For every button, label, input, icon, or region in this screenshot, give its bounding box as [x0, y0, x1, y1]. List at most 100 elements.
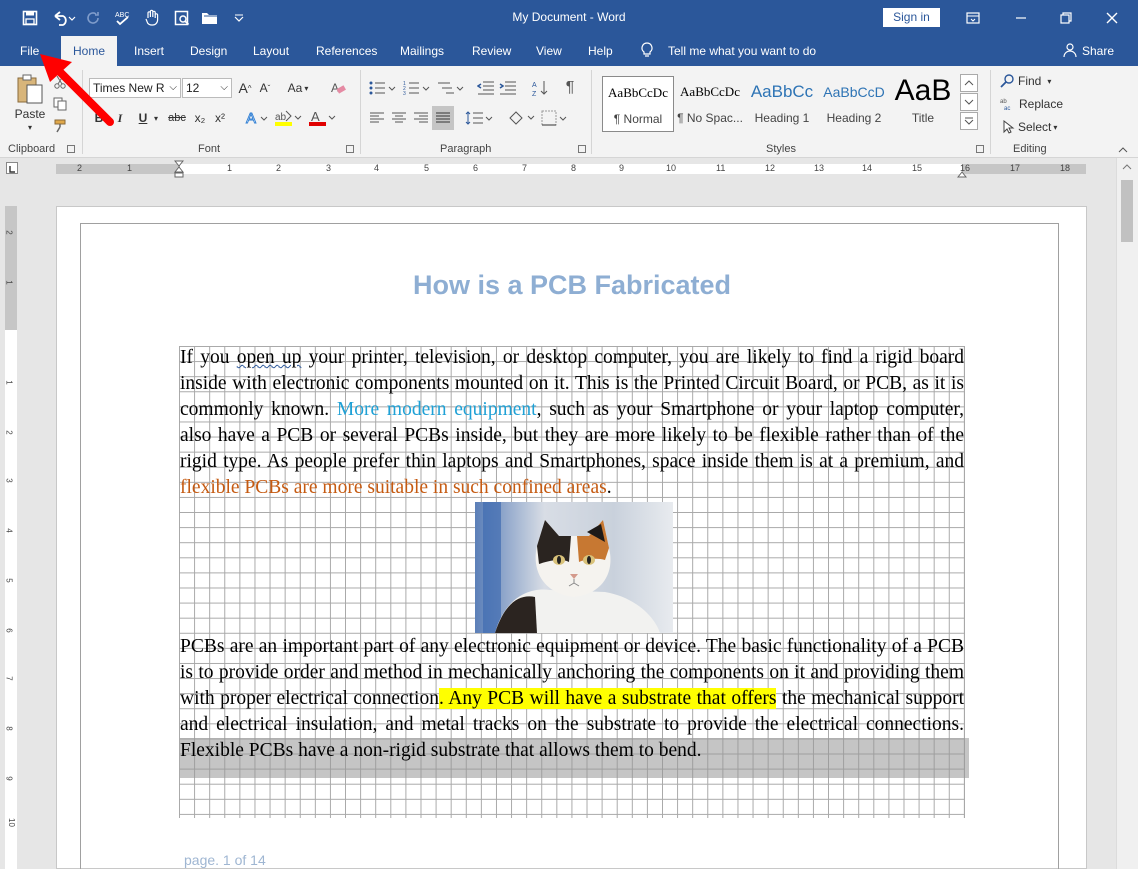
- font-name-combo[interactable]: Times New R ⌵: [89, 78, 181, 98]
- styles-launcher-icon[interactable]: [976, 145, 984, 153]
- underline-button[interactable]: U: [136, 108, 150, 128]
- tab-selector-icon[interactable]: [6, 162, 18, 174]
- ribbon: Paste ▾ Clipboard Times New R ⌵ 12 ⌵ A ^ …: [0, 66, 1138, 158]
- copy-icon[interactable]: [52, 96, 68, 112]
- paste-icon[interactable]: [10, 72, 50, 108]
- paragraph-2[interactable]: PCBs are an important part of any electr…: [180, 634, 964, 764]
- restore-icon[interactable]: [1051, 6, 1081, 30]
- text-run-grammar: open up: [236, 347, 302, 368]
- ruler-number: 2: [77, 163, 83, 173]
- tab-references[interactable]: References: [316, 44, 377, 58]
- ruler-number: 4: [4, 528, 14, 533]
- sign-in-button[interactable]: Sign in: [883, 8, 940, 27]
- styles-scroll-up-icon[interactable]: [960, 74, 978, 92]
- paste-dropdown-icon[interactable]: ▾: [22, 122, 38, 132]
- ruler-number: 7: [522, 163, 528, 173]
- grow-font-icon[interactable]: A ^: [236, 78, 254, 98]
- tab-home[interactable]: Home: [61, 36, 118, 67]
- paragraph-launcher-icon[interactable]: [578, 145, 586, 153]
- ribbon-display-options-icon[interactable]: [958, 6, 988, 30]
- shrink-font-icon[interactable]: Aˇ: [256, 78, 274, 98]
- scroll-up-icon[interactable]: [1122, 160, 1132, 170]
- subscript-button[interactable]: x₂: [192, 108, 208, 128]
- share-icon[interactable]: [1062, 42, 1078, 61]
- justify-icon[interactable]: [432, 106, 454, 130]
- multilevel-list-icon[interactable]: [436, 78, 466, 98]
- tab-view[interactable]: View: [536, 44, 562, 58]
- text-effects-icon[interactable]: A: [244, 108, 270, 128]
- scrollbar-thumb[interactable]: [1121, 180, 1133, 242]
- font-name-value: Times New R: [93, 81, 165, 95]
- superscript-button[interactable]: x²: [212, 108, 228, 128]
- underline-dropdown-icon[interactable]: ▾: [152, 110, 160, 126]
- align-right-icon[interactable]: [412, 108, 430, 128]
- ruler-number: 10: [6, 818, 16, 827]
- bullets-icon[interactable]: [368, 78, 398, 98]
- share-button[interactable]: Share: [1082, 44, 1114, 58]
- numbering-icon[interactable]: 123: [402, 78, 432, 98]
- style-title[interactable]: AaB Title: [888, 74, 958, 132]
- minimize-icon[interactable]: [1006, 6, 1036, 30]
- style-name: ¶ No Spac...: [677, 111, 743, 125]
- svg-text:A: A: [331, 81, 339, 95]
- cut-icon[interactable]: [52, 74, 68, 90]
- tab-help[interactable]: Help: [588, 44, 613, 58]
- sort-icon[interactable]: AZ: [530, 78, 550, 98]
- font-launcher-icon[interactable]: [346, 145, 354, 153]
- align-left-icon[interactable]: [368, 108, 386, 128]
- ruler-number: 6: [473, 163, 479, 173]
- vertical-scrollbar[interactable]: [1116, 158, 1138, 869]
- style-heading-1[interactable]: AaBbCc Heading 1: [746, 76, 818, 132]
- style-normal[interactable]: AaBbCcDc ¶ Normal: [602, 76, 674, 132]
- ruler-number: 14: [862, 163, 873, 173]
- font-color-icon[interactable]: A: [308, 108, 336, 128]
- style-heading-2[interactable]: AaBbCcD Heading 2: [818, 76, 890, 132]
- styles-more-icon[interactable]: [960, 112, 978, 130]
- paste-button[interactable]: Paste: [12, 106, 48, 122]
- highlight-color-icon[interactable]: ab: [274, 108, 302, 128]
- text-run: .: [606, 477, 612, 498]
- increase-indent-icon[interactable]: [498, 78, 518, 98]
- change-case-button[interactable]: Aa ▾: [284, 78, 312, 98]
- indent-marker-icon[interactable]: [173, 160, 185, 178]
- tab-mailings[interactable]: Mailings: [400, 44, 444, 58]
- document-heading[interactable]: How is a PCB Fabricated: [180, 270, 964, 301]
- tab-design[interactable]: Design: [190, 44, 227, 58]
- vertical-ruler[interactable]: 2 1 1 2 3 4 5 6 7 8 9 10: [5, 206, 17, 869]
- tab-insert[interactable]: Insert: [134, 44, 164, 58]
- replace-button[interactable]: ab ac Replace: [1000, 95, 1066, 113]
- show-formatting-marks-icon[interactable]: ¶: [560, 78, 580, 98]
- font-size-combo[interactable]: 12 ⌵: [182, 78, 232, 98]
- right-indent-marker-icon[interactable]: [956, 167, 968, 178]
- tab-file[interactable]: File: [20, 44, 39, 58]
- align-center-icon[interactable]: [390, 108, 408, 128]
- clear-formatting-icon[interactable]: A: [328, 78, 348, 98]
- svg-text:ab: ab: [275, 112, 287, 123]
- clipboard-launcher-icon[interactable]: [67, 145, 75, 153]
- borders-icon[interactable]: [540, 108, 570, 128]
- style-sample: AaBbCcD: [823, 84, 885, 100]
- bold-button[interactable]: B: [92, 108, 106, 128]
- select-label: Select: [1018, 120, 1052, 134]
- italic-button[interactable]: I: [113, 108, 127, 128]
- cat-photo[interactable]: [475, 502, 673, 633]
- style-no-spacing[interactable]: AaBbCcDc ¶ No Spac...: [674, 76, 746, 132]
- close-icon[interactable]: [1097, 6, 1127, 30]
- tab-review[interactable]: Review: [472, 44, 511, 58]
- strikethrough-button[interactable]: abc: [166, 108, 188, 128]
- ruler-number: 5: [424, 163, 430, 173]
- find-button[interactable]: Find ▾: [1000, 72, 1062, 90]
- decrease-indent-icon[interactable]: [476, 78, 496, 98]
- ruler-number: 9: [4, 776, 14, 781]
- horizontal-ruler[interactable]: 2 1 1 2 3 4 5 6 7 8 9 10 11 12 13 14 15 …: [0, 158, 1116, 180]
- select-button[interactable]: Select ▾: [1000, 118, 1066, 136]
- format-painter-icon[interactable]: [52, 118, 68, 134]
- line-spacing-icon[interactable]: [464, 108, 494, 128]
- collapse-ribbon-icon[interactable]: [1116, 144, 1130, 156]
- tell-me-search[interactable]: Tell me what you want to do: [668, 44, 816, 58]
- tab-layout[interactable]: Layout: [253, 44, 289, 58]
- ruler-number: 13: [814, 163, 825, 173]
- paragraph-1[interactable]: If you open up your printer, television,…: [180, 345, 964, 501]
- shading-icon[interactable]: [506, 108, 536, 128]
- styles-scroll-down-icon[interactable]: [960, 93, 978, 111]
